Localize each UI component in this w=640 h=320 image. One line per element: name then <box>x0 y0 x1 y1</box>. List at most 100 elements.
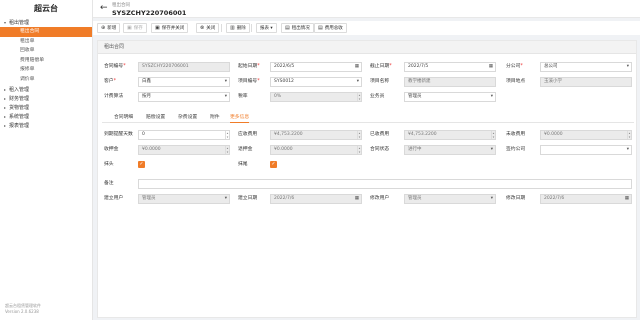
caret-down-icon: ▾ <box>269 26 273 31</box>
billing-select[interactable]: 按月 ▾ <box>138 92 230 102</box>
tab-more-info[interactable]: 更多信息 <box>230 113 250 123</box>
reminder-days-field[interactable]: 0 ▴ ▾ <box>138 130 230 140</box>
header: ← 租出合同 SYSZCHY220706001 <box>93 0 640 18</box>
app-footer: 超云台租赁管理软件 Version 2.0.6238 <box>5 303 41 315</box>
customer-select[interactable]: 白鑫 ▾ <box>138 77 230 87</box>
spinner-icon: ▴ ▾ <box>357 131 361 139</box>
nav-item-rent-contract[interactable]: 租出合同 <box>0 27 92 37</box>
project-site-field: 玉溪小学 <box>540 77 632 87</box>
caret-down-icon: ▾ <box>224 79 227 84</box>
new-button[interactable]: ⊕ 新增 <box>97 23 121 33</box>
spinner-icon[interactable]: ▴ ▾ <box>357 93 361 101</box>
branch-select[interactable]: 总公司 ▾ <box>540 62 632 72</box>
arrow-left-icon[interactable]: ← <box>100 3 108 13</box>
print-dropdown-button[interactable]: 报表 ▾ <box>256 23 277 33</box>
deposit-back-label: 退押金 <box>238 147 253 152</box>
footer-version: Version 2.0.6238 <box>5 309 39 314</box>
ceil-label: 抹尾 <box>238 162 248 167</box>
nav-group-finance[interactable]: ▸ 财务管理 <box>0 94 92 103</box>
spinner-icon: ▴ ▾ <box>225 146 229 154</box>
round-label: 抹头 <box>104 162 114 167</box>
receivable-field: ¥4,753.2200 ▴ ▾ <box>270 130 362 140</box>
calendar-icon[interactable]: ▦ <box>489 63 493 71</box>
received-label: 已收费用 <box>370 132 390 137</box>
deposit-in-field: ¥0.0000 ▴ ▾ <box>138 145 230 155</box>
end-date-field[interactable]: 2022/7/5 ▦ <box>404 62 496 72</box>
tab-misc-fees[interactable]: 杂费设置 <box>178 113 197 123</box>
nav-item-rent-order[interactable]: 租出单 <box>0 37 92 47</box>
received-field: ¥4,753.2200 ▴ ▾ <box>404 130 496 140</box>
project-name-label: 项目名称 <box>370 79 390 84</box>
nav-item-compensation[interactable]: 费用赔偿单 <box>0 56 92 66</box>
caret-down-icon: ▾ <box>490 147 493 152</box>
detail-tabs: 合同明细 赔偿设置 杂费设置 附件 更多信息 <box>102 113 634 123</box>
ceil-checkbox[interactable]: ✓ <box>270 161 277 168</box>
divider <box>221 24 222 32</box>
spinner-icon: ▴ ▾ <box>491 131 495 139</box>
trash-icon: ▥ <box>230 25 235 31</box>
nav-group-system[interactable]: ▸ 系统管理 <box>0 112 92 121</box>
tab-contract-details[interactable]: 合同明细 <box>114 113 133 123</box>
save-close-button[interactable]: ▣ 保存并关闭 <box>151 23 189 33</box>
tab-attachments[interactable]: 附件 <box>210 113 220 123</box>
billing-label: 计费算法 <box>104 94 124 99</box>
modified-field: 2022/7/6 ▦ <box>540 194 632 204</box>
rent-status-button[interactable]: ▤ 租出情况 <box>281 23 314 33</box>
creator-field: 管理员 ▾ <box>138 194 230 204</box>
created-label: 建立日期 <box>238 196 258 201</box>
created-field: 2022/7/6 ▦ <box>270 194 362 204</box>
nav-group-goods[interactable]: ▸ 货物管理 <box>0 103 92 112</box>
nav-item-return-order[interactable]: 回收单 <box>0 46 92 56</box>
delete-button[interactable]: ▥ 删除 <box>226 23 250 33</box>
remark-field[interactable] <box>138 179 632 189</box>
calendar-icon[interactable]: ▦ <box>355 63 359 71</box>
customer-label: 客户* <box>104 79 117 84</box>
status-label: 合同状态 <box>370 147 390 152</box>
modified-label: 修改日期 <box>506 196 526 201</box>
breadcrumb: 租出合同 <box>112 3 130 8</box>
fee-summary-button[interactable]: ▤ 费用总收 <box>314 23 347 33</box>
document-icon: ▤ <box>318 25 323 31</box>
company-select[interactable]: ▾ <box>540 145 632 155</box>
contract-no-label: 合同编号* <box>104 64 126 69</box>
company-label: 签约公司 <box>506 147 526 152</box>
caret-down-icon: ▾ <box>490 196 493 201</box>
caret-down-icon: ▾ <box>626 64 629 69</box>
round-checkbox[interactable]: ✓ <box>138 161 145 168</box>
unreceived-field: ¥0.0000 ▴ ▾ <box>540 130 632 140</box>
project-no-select[interactable]: SYS0012 ▾ <box>270 77 362 87</box>
contract-panel: 租出合同 合同编号* SYSZCHY220706001 起始日期* 2022/6… <box>97 40 637 318</box>
close-button[interactable]: ⊗ 关闭 <box>196 23 220 33</box>
caret-down-icon: ▾ <box>356 79 359 84</box>
caret-down-icon: ▾ <box>490 94 493 99</box>
salesman-select[interactable]: 管理员 ▾ <box>404 92 496 102</box>
nav-group-reports[interactable]: ▸ 报表管理 <box>0 121 92 130</box>
contract-no-field[interactable]: SYSZCHY220706001 <box>138 62 230 72</box>
save-icon: ▣ <box>155 25 160 31</box>
spinner-icon[interactable]: ▴ ▾ <box>225 131 229 139</box>
deposit-back-field: ¥0.0000 ▴ ▾ <box>270 145 362 155</box>
nav-group-rent-out[interactable]: ▾ 租出管理 <box>0 18 92 27</box>
nav-group-rent-in[interactable]: ▸ 租入管理 <box>0 85 92 94</box>
sidebar: 超云台 ▾ 租出管理 租出合同 租出单 回收单 费用赔偿单 报修单 调价单 ▸ 租入… <box>0 0 93 320</box>
section-title: 租出合同 <box>98 41 636 54</box>
nav-item-repair[interactable]: 报修单 <box>0 65 92 75</box>
calendar-icon: ▦ <box>354 196 359 201</box>
modifier-label: 修改用户 <box>370 196 390 201</box>
tax-label: 税率 <box>238 94 248 99</box>
unreceived-label: 未收费用 <box>506 132 526 137</box>
save-icon: ▣ <box>127 25 132 31</box>
toolbar: ⊕ 新增 ▣ 保存 ▣ 保存并关闭 ⊗ 关闭 ▥ 删除 报表 ▾ ▤ 租出情况 ▤ 费用总收 <box>93 21 640 35</box>
save-button[interactable]: ▣ 保存 <box>123 23 147 33</box>
spinner-icon: ▴ ▾ <box>357 146 361 154</box>
divider <box>251 24 252 32</box>
plus-icon: ⊕ <box>101 25 106 31</box>
page-title: SYSZCHY220706001 <box>112 9 187 17</box>
document-icon: ▤ <box>285 25 290 31</box>
nav-item-price-adjust[interactable]: 调价单 <box>0 75 92 85</box>
tab-compensation[interactable]: 赔偿设置 <box>146 113 165 123</box>
tax-field[interactable]: 0% ▴ ▾ <box>270 92 362 102</box>
project-site-label: 项目地点 <box>506 79 526 84</box>
start-date-field[interactable]: 2022/6/5 ▦ <box>270 62 362 72</box>
start-date-label: 起始日期* <box>238 64 260 69</box>
